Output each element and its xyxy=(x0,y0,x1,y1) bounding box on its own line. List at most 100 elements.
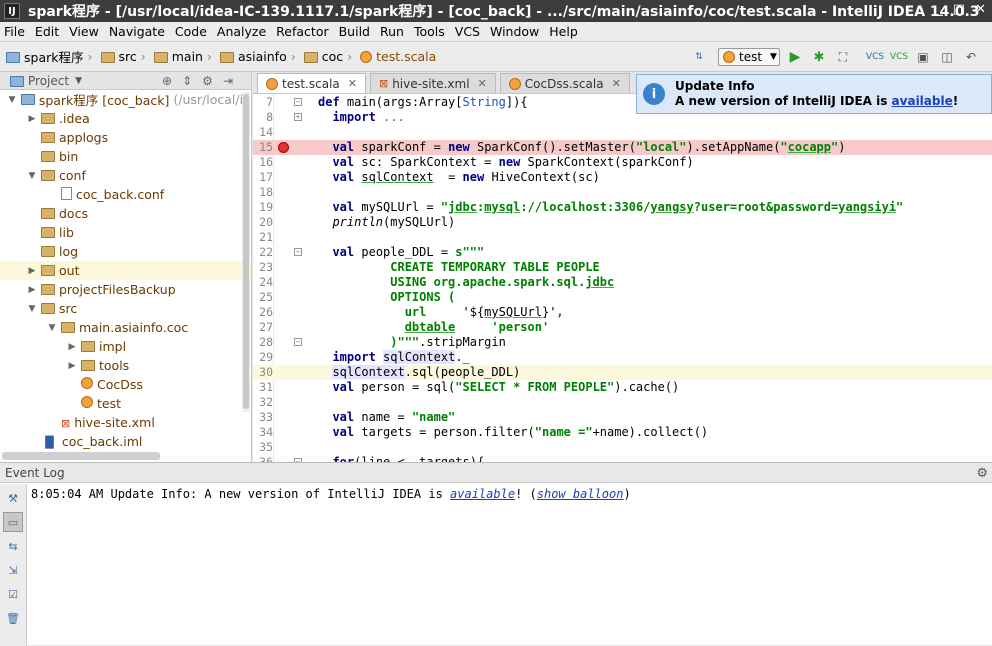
code-editor[interactable]: 7 − def main(args:Array[String]){8 + import… xyxy=(253,95,992,469)
tree-item[interactable]: docs xyxy=(0,204,251,223)
gear-icon[interactable]: ⚙ xyxy=(976,466,988,481)
collapsed-arrow-icon[interactable]: ▶ xyxy=(66,361,78,371)
tree-item[interactable]: applogs xyxy=(0,128,251,147)
soft-wrap-icon[interactable]: ⇆ xyxy=(3,536,23,556)
menu-code[interactable]: Code xyxy=(175,24,207,39)
code-line[interactable]: 14 xyxy=(253,125,992,140)
tab-hive-site-xml[interactable]: ⊠ hive-site.xml ✕ xyxy=(369,73,496,93)
settings-icon[interactable]: ⚒ xyxy=(3,488,23,508)
menu-window[interactable]: Window xyxy=(490,24,539,39)
maximize-button[interactable]: □ xyxy=(953,2,965,17)
menu-help[interactable]: Help xyxy=(549,24,578,39)
compare-icon[interactable]: ◫ xyxy=(938,48,956,66)
coverage-button[interactable]: ⛶ xyxy=(834,48,852,66)
close-tab-icon[interactable]: ✕ xyxy=(478,77,487,90)
code-line[interactable]: 33 val name = "name" xyxy=(253,410,992,425)
tab-test-scala[interactable]: test.scala ✕ xyxy=(257,73,366,93)
breadcrumb-file[interactable]: test.scala xyxy=(360,49,436,64)
code-line[interactable]: 30 sqlContext.sql(people_DDL) xyxy=(253,365,992,380)
tree-item[interactable]: bin xyxy=(0,147,251,166)
expanded-arrow-icon[interactable]: ▼ xyxy=(26,304,38,314)
tree-item[interactable]: test xyxy=(0,394,251,413)
available-link[interactable]: available xyxy=(450,487,515,501)
more-icon[interactable]: › xyxy=(986,48,992,66)
code-line[interactable]: 31 val person = sql("SELECT * FROM PEOPL… xyxy=(253,380,992,395)
code-line[interactable]: 19 val mySQLUrl = "jdbc:mysql://localhos… xyxy=(253,200,992,215)
code-line[interactable]: 29 import sqlContext._ xyxy=(253,350,992,365)
breadcrumb-project[interactable]: spark程序 › xyxy=(6,47,97,66)
fold-marker-icon[interactable]: − xyxy=(294,98,302,106)
code-line[interactable]: 20 println(mySQLUrl) xyxy=(253,215,992,230)
code-line[interactable]: 18 xyxy=(253,185,992,200)
breadcrumb-main[interactable]: main › xyxy=(153,49,216,64)
vcs-commit-button[interactable]: VCS xyxy=(890,48,908,66)
menu-analyze[interactable]: Analyze xyxy=(217,24,266,39)
code-line[interactable]: 28 − )""".stripMargin xyxy=(253,335,992,350)
balloon-icon[interactable]: ▭ xyxy=(3,512,23,532)
code-line[interactable]: 34 val targets = person.filter("name ="+… xyxy=(253,425,992,440)
revert-icon[interactable]: ↶ xyxy=(962,48,980,66)
menu-tools[interactable]: Tools xyxy=(414,24,445,39)
minimize-button[interactable]: _ xyxy=(936,2,943,17)
hide-panel-icon[interactable]: ⇥ xyxy=(223,74,243,88)
menu-navigate[interactable]: Navigate xyxy=(109,24,165,39)
fold-marker-icon[interactable]: + xyxy=(294,113,302,121)
collapsed-arrow-icon[interactable]: ▶ xyxy=(26,285,38,295)
tree-item[interactable]: ▶ tools xyxy=(0,356,251,375)
menu-file[interactable]: File xyxy=(4,24,25,39)
tree-horizontal-scrollbar[interactable] xyxy=(2,452,160,460)
collapsed-arrow-icon[interactable]: ▶ xyxy=(26,114,38,124)
tab-cocdss-scala[interactable]: CocDss.scala ✕ xyxy=(499,73,630,93)
project-view-select[interactable]: Project xyxy=(28,74,69,88)
tree-item[interactable]: ▼ spark程序 [coc_back] (/usr/local/id xyxy=(0,90,251,109)
scroll-from-source-icon[interactable]: ⊕ xyxy=(162,74,182,88)
menu-edit[interactable]: Edit xyxy=(35,24,59,39)
close-window-button[interactable]: ✕ xyxy=(975,2,986,17)
tree-item[interactable]: ▼ main.asiainfo.coc xyxy=(0,318,251,337)
tree-item[interactable]: ▶ .idea xyxy=(0,109,251,128)
tree-item[interactable]: log xyxy=(0,242,251,261)
expanded-arrow-icon[interactable]: ▼ xyxy=(26,171,38,181)
code-line[interactable]: 21 xyxy=(253,230,992,245)
code-line[interactable]: 24 USING org.apache.spark.sql.jdbc xyxy=(253,275,992,290)
close-tab-icon[interactable]: ✕ xyxy=(348,77,357,90)
code-line[interactable]: 15 val sparkConf = new SparkConf().setMa… xyxy=(253,140,992,155)
available-link[interactable]: available xyxy=(892,94,953,108)
code-line[interactable]: 32 xyxy=(253,395,992,410)
run-button[interactable]: ▶ xyxy=(786,48,804,66)
close-tab-icon[interactable]: ✕ xyxy=(612,77,621,90)
menu-build[interactable]: Build xyxy=(339,24,370,39)
code-line[interactable]: 26 url '${mySQLUrl}', xyxy=(253,305,992,320)
menu-view[interactable]: View xyxy=(69,24,99,39)
gear-icon[interactable]: ⚙ xyxy=(202,74,223,88)
chevron-down-icon[interactable]: ▼ xyxy=(75,76,82,86)
menu-vcs[interactable]: VCS xyxy=(455,24,480,39)
expanded-arrow-icon[interactable]: ▼ xyxy=(6,95,18,105)
breadcrumb-src[interactable]: src › xyxy=(100,49,150,64)
breakpoint-icon[interactable] xyxy=(278,142,289,153)
tree-item[interactable]: coc_back.conf xyxy=(0,185,251,204)
code-line[interactable]: 22 − val people_DDL = s""" xyxy=(253,245,992,260)
tree-item[interactable]: ⊠ hive-site.xml xyxy=(0,413,251,432)
mark-read-icon[interactable]: ☑ xyxy=(3,584,23,604)
tree-item[interactable]: ▶ projectFilesBackup xyxy=(0,280,251,299)
update-info-balloon[interactable]: i Update Info A new version of IntelliJ … xyxy=(636,74,992,114)
tree-vertical-scrollbar[interactable] xyxy=(242,92,250,412)
menu-refactor[interactable]: Refactor xyxy=(276,24,328,39)
collapse-all-icon[interactable]: ⇕ xyxy=(182,74,202,88)
tree-item[interactable]: CocDss xyxy=(0,375,251,394)
code-line[interactable]: 17 val sqlContext = new HiveContext(sc) xyxy=(253,170,992,185)
debug-button[interactable]: ✱ xyxy=(810,48,828,66)
tree-item[interactable]: ▶ impl xyxy=(0,337,251,356)
code-line[interactable]: 23 CREATE TEMPORARY TABLE PEOPLE xyxy=(253,260,992,275)
tree-item[interactable]: ▼ conf xyxy=(0,166,251,185)
tree-item[interactable]: lib xyxy=(0,223,251,242)
tree-item[interactable]: ▐▌ coc_back.iml xyxy=(0,432,251,451)
breadcrumb-asiainfo[interactable]: asiainfo › xyxy=(219,49,300,64)
code-line[interactable]: 35 xyxy=(253,440,992,455)
menu-run[interactable]: Run xyxy=(380,24,404,39)
expanded-arrow-icon[interactable]: ▼ xyxy=(46,323,58,333)
fold-marker-icon[interactable]: − xyxy=(294,338,302,346)
vcs-update-button[interactable]: VCS xyxy=(866,48,884,66)
trash-icon[interactable]: 🗑 xyxy=(3,608,23,628)
